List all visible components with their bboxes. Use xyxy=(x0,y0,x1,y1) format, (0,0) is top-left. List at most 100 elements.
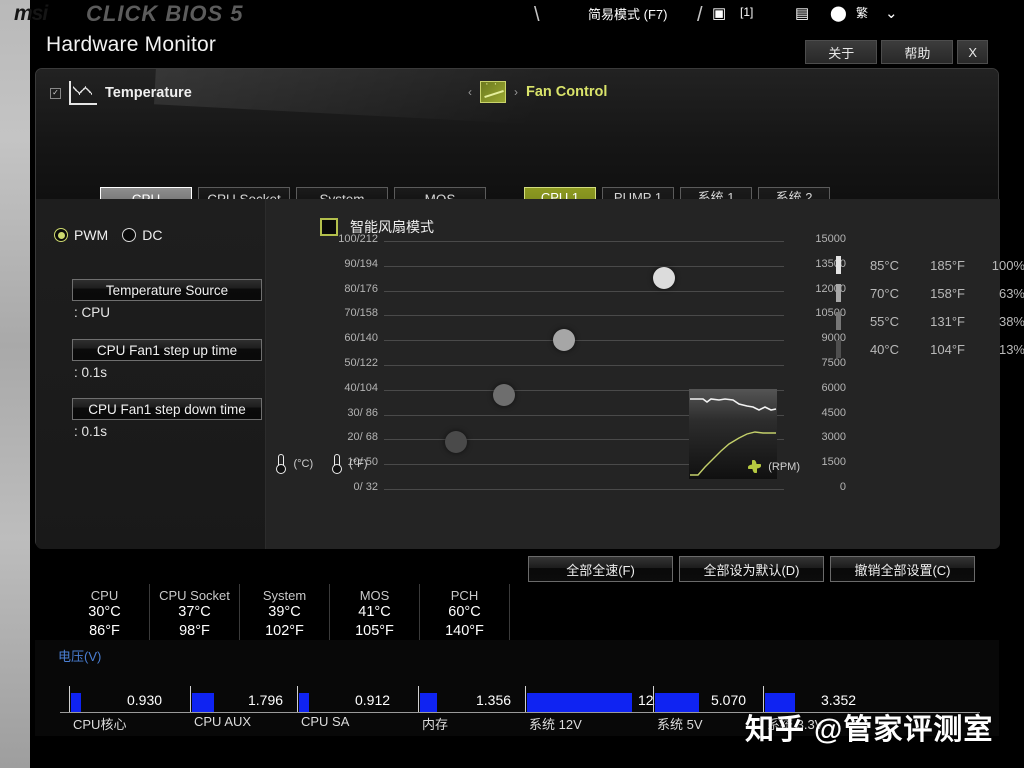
favorites-icon[interactable]: ⬤ xyxy=(830,4,847,22)
temperature-section-checkbox[interactable]: ✓ xyxy=(50,87,61,99)
rpm-tick-label: 15000 xyxy=(815,233,846,245)
all-full-speed-button[interactable]: 全部全速(F) xyxy=(528,556,673,582)
temp-readout-name: CPU xyxy=(90,588,119,603)
close-button[interactable]: X xyxy=(957,40,988,64)
radio-pwm[interactable]: PWM xyxy=(54,227,108,243)
voltage-label: 系统 5V xyxy=(657,717,703,732)
curve-row-marker xyxy=(836,284,841,302)
field-step-up-time-head[interactable]: CPU Fan1 step up time xyxy=(72,339,262,361)
curve-row-percent: 13% xyxy=(998,341,1024,357)
temp-tick-label: 100/212 xyxy=(338,233,378,245)
titlebar-button-group: 关于 帮助 X xyxy=(805,40,988,64)
temp-readout-celsius: 60°C xyxy=(448,604,481,620)
voltage-tick xyxy=(653,686,654,712)
voltage-bar xyxy=(765,693,795,712)
temp-tick-label: 20/ 68 xyxy=(347,431,378,443)
voltage-panel-title: 电压(V) xyxy=(58,649,102,664)
curve-handle-3[interactable] xyxy=(493,383,515,406)
radio-dc-indicator[interactable] xyxy=(122,228,137,242)
fan-blade-icon xyxy=(747,459,762,474)
curve-row-celsius: 55°C xyxy=(869,313,899,329)
voltage-value: 0.930 xyxy=(127,692,163,708)
field-temperature-source-head[interactable]: Temperature Source xyxy=(72,279,262,301)
window-title: Hardware Monitor xyxy=(46,33,217,56)
easy-mode-button[interactable]: 简易模式 (F7) xyxy=(588,4,667,23)
monitor-main-panel: ✓ Temperature ‹ › Fan Control CPU CPU So… xyxy=(35,68,1024,549)
field-step-up-time-value: : 0.1s xyxy=(74,365,108,380)
curve-handle-2[interactable] xyxy=(553,329,575,352)
curve-row-percent: 63% xyxy=(998,285,1024,301)
curve-row-fahrenheit: 185°F xyxy=(930,257,965,273)
field-step-down-time-head[interactable]: CPU Fan1 step down time xyxy=(72,398,262,420)
hardware-monitor-window: Hardware Monitor 关于 帮助 X ✓ Temperature ‹… xyxy=(30,22,1024,736)
curve-handle-1[interactable] xyxy=(653,267,675,290)
fan-curve-graph[interactable]: 100/212 90/194 80/176 70/158 60/140 50/122 40/… xyxy=(338,233,846,493)
temp-readout-name: MOS xyxy=(359,588,390,603)
temp-readout-celsius: 41°C xyxy=(358,604,391,620)
radio-dc[interactable]: DC xyxy=(122,227,162,243)
curve-table-row: 70°C 158°F 63% xyxy=(836,279,1024,307)
field-step-up-time: CPU Fan1 step up time : 0.1s xyxy=(72,339,262,380)
screenshot-icon[interactable]: ▣ xyxy=(712,4,726,22)
voltage-label: 系统 12V xyxy=(529,717,582,732)
voltage-label: CPU AUX xyxy=(194,714,252,729)
fan-control-section-header: ‹ › Fan Control xyxy=(468,81,607,103)
curve-row-fahrenheit: 158°F xyxy=(930,285,965,301)
voltage-tick xyxy=(525,686,526,712)
monitor-icon[interactable]: ▤ xyxy=(795,4,809,22)
prev-page-arrow[interactable]: ‹ xyxy=(468,85,472,99)
gridline xyxy=(384,365,784,366)
voltage-tick xyxy=(418,686,419,712)
help-button[interactable]: 帮助 xyxy=(881,40,954,64)
fan-control-section-title: Fan Control xyxy=(526,84,608,100)
voltage-bar xyxy=(527,693,632,712)
voltage-panel: 电压(V) 0.930 CPU核心 1.796 CPU AUX 0.912 CPU SA 1… xyxy=(35,640,999,736)
voltage-bar xyxy=(420,693,437,712)
gridline xyxy=(384,291,784,292)
thermometer-fahrenheit-icon xyxy=(331,454,342,474)
voltage-bar xyxy=(192,693,214,712)
temp-tick-label: 30/ 86 xyxy=(347,407,378,419)
curve-handle-4[interactable] xyxy=(445,430,467,453)
fan-settings-panel: PWM DC Temperature Source : CPU CPU Fan1… xyxy=(36,199,266,549)
curve-row-percent: 38% xyxy=(998,313,1024,329)
language-label[interactable]: 繁 xyxy=(856,4,868,21)
curve-row-marker xyxy=(836,256,841,274)
about-button[interactable]: 关于 xyxy=(805,40,878,64)
undo-all-button[interactable]: 撤销全部设置(C) xyxy=(830,556,975,582)
curve-row-marker xyxy=(836,340,841,358)
next-page-arrow[interactable]: › xyxy=(514,85,518,99)
voltage-tick xyxy=(69,686,70,712)
legend-rpm-label: (RPM) xyxy=(768,460,800,473)
voltage-label: CPU核心 xyxy=(73,717,127,732)
radio-dc-label: DC xyxy=(142,227,163,243)
all-default-button[interactable]: 全部设为默认(D) xyxy=(679,556,824,582)
rpm-legend: (RPM) xyxy=(747,459,800,474)
fan-mode-radio-group: PWM DC xyxy=(54,227,162,243)
temp-tick-label: 40/104 xyxy=(344,382,378,394)
field-step-down-time: CPU Fan1 step down time : 0.1s xyxy=(72,398,262,439)
curve-row-fahrenheit: 104°F xyxy=(930,341,965,357)
curve-row-celsius: 70°C xyxy=(869,285,899,301)
voltage-axis-line xyxy=(60,712,980,713)
fan-curve-panel: 智能风扇模式 100/212 90/194 80/176 70/158 60/140 50… xyxy=(266,199,1024,549)
voltage-bar xyxy=(71,693,81,712)
curve-table-row: 85°C 185°F 100% xyxy=(836,251,1024,279)
graph-legend: (°C) (°F) (RPM) xyxy=(276,454,1000,484)
chevron-down-icon[interactable]: ⌄ xyxy=(885,4,898,22)
voltage-tick xyxy=(190,686,191,712)
gridline xyxy=(384,489,784,490)
voltage-label: 内存 xyxy=(422,717,449,732)
curve-table-row: 40°C 104°F 13% xyxy=(836,335,1024,363)
temp-tick-label: 70/158 xyxy=(344,307,378,319)
radio-pwm-indicator[interactable] xyxy=(54,228,68,242)
temp-tick-label: 60/140 xyxy=(344,332,378,344)
gridline xyxy=(384,315,784,316)
gridline xyxy=(384,266,784,267)
gridline xyxy=(384,340,784,341)
legend-celsius-label: (°C) xyxy=(293,458,314,470)
temp-tick-label: 80/176 xyxy=(344,283,378,295)
curve-row-fahrenheit: 131°F xyxy=(930,313,965,329)
field-temperature-source-value: : CPU xyxy=(74,305,111,320)
language-index: [1] xyxy=(740,5,754,19)
